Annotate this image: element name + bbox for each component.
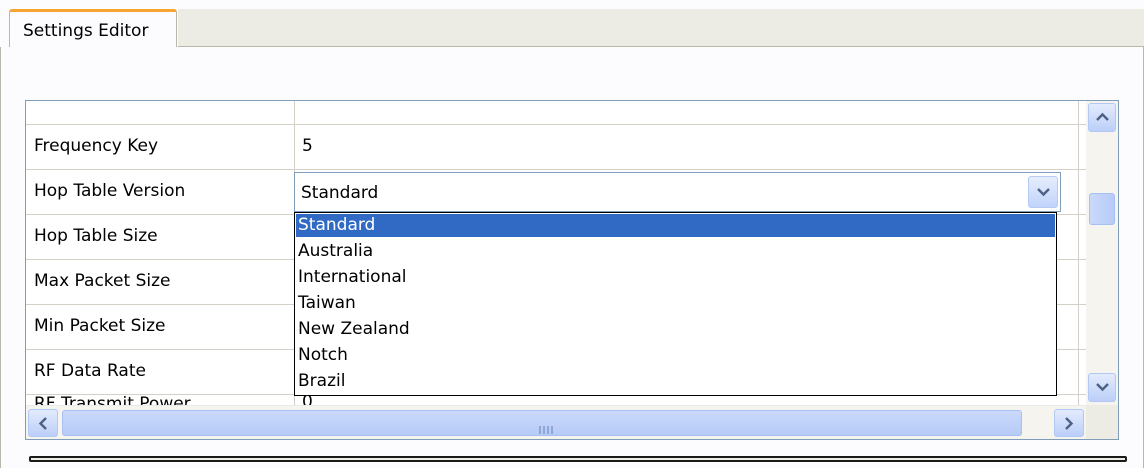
column-divider xyxy=(1078,124,1079,169)
dropdown-option-international[interactable]: International xyxy=(296,266,1055,289)
vertical-scroll-thumb[interactable] xyxy=(1089,193,1115,225)
column-divider xyxy=(1078,169,1079,214)
property-name: Min Packet Size xyxy=(34,316,166,336)
property-name-cell: Frequency Key xyxy=(26,124,295,169)
column-divider xyxy=(1078,101,1079,124)
dropdown-option-standard[interactable]: Standard xyxy=(296,214,1055,237)
chevron-up-icon xyxy=(1096,112,1109,121)
property-name-cell: Max Packet Size xyxy=(26,259,295,304)
property-name: Frequency Key xyxy=(34,136,159,156)
tab-strip-background xyxy=(178,9,1144,47)
hop-table-version-combo[interactable]: Standard xyxy=(294,172,1061,212)
settings-editor-panel: Frequency Key 5 Hop Table Version Hop Ta… xyxy=(0,47,1144,468)
chevron-down-icon xyxy=(1037,188,1050,197)
dropdown-option-brazil[interactable]: Brazil xyxy=(296,370,1055,393)
combo-selected-value: Standard xyxy=(301,183,379,203)
dropdown-option-new-zealand[interactable]: New Zealand xyxy=(296,318,1055,341)
table-row xyxy=(26,101,1086,125)
column-divider xyxy=(1078,259,1079,304)
scroll-up-button[interactable] xyxy=(1088,103,1116,132)
property-name-cell: RF Data Rate xyxy=(26,349,295,394)
column-divider xyxy=(1078,214,1079,259)
scroll-left-button[interactable] xyxy=(28,409,58,437)
property-name-cell xyxy=(26,101,295,124)
scroll-right-button[interactable] xyxy=(1054,409,1084,437)
dropdown-option-australia[interactable]: Australia xyxy=(296,240,1055,263)
chevron-down-icon xyxy=(1096,383,1109,392)
tab-label: Settings Editor xyxy=(23,21,149,41)
property-name-cell: Hop Table Size xyxy=(26,214,295,259)
dropdown-option-notch[interactable]: Notch xyxy=(296,344,1055,367)
tab-settings-editor[interactable]: Settings Editor xyxy=(9,9,177,47)
hop-table-version-dropdown: Standard Australia International Taiwan … xyxy=(294,212,1057,396)
property-grid: Frequency Key 5 Hop Table Version Hop Ta… xyxy=(25,100,1119,440)
dropdown-option-taiwan[interactable]: Taiwan xyxy=(296,292,1055,315)
bottom-splitter-bar[interactable] xyxy=(29,456,1127,462)
grip-icon xyxy=(539,419,555,439)
horizontal-scrollbar[interactable] xyxy=(26,405,1086,439)
chevron-left-icon xyxy=(38,417,47,430)
property-name: Hop Table Version xyxy=(34,181,186,201)
chevron-right-icon xyxy=(1065,417,1074,430)
tab-strip: Settings Editor xyxy=(0,0,1144,47)
vertical-scrollbar[interactable] xyxy=(1086,101,1118,405)
table-row[interactable]: Frequency Key 5 xyxy=(26,124,1086,170)
column-divider xyxy=(1078,304,1079,349)
property-name: Hop Table Size xyxy=(34,226,158,246)
property-value: 5 xyxy=(302,136,313,156)
property-name: RF Data Rate xyxy=(34,361,146,381)
column-divider xyxy=(1078,349,1079,394)
property-name: Max Packet Size xyxy=(34,271,171,291)
horizontal-scroll-thumb[interactable] xyxy=(62,410,1022,436)
property-name-cell: Hop Table Version xyxy=(26,169,295,214)
scroll-down-button[interactable] xyxy=(1088,373,1116,402)
scrollbar-corner xyxy=(1086,405,1118,439)
combo-dropdown-button[interactable] xyxy=(1028,176,1058,208)
property-name-cell: Min Packet Size xyxy=(26,304,295,349)
